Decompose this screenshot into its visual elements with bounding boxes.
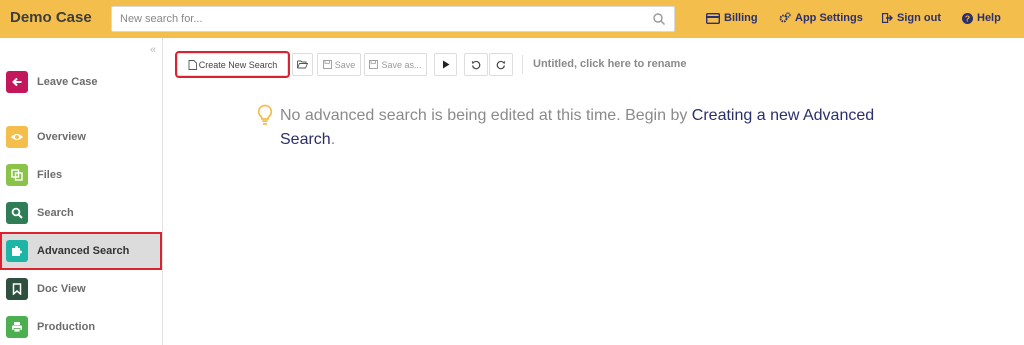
- credit-card-icon: [706, 12, 720, 24]
- save-label: Save: [334, 59, 356, 70]
- sidebar-item-label: Doc View: [37, 283, 86, 295]
- save-button[interactable]: Save: [317, 53, 361, 76]
- global-search: [111, 6, 675, 32]
- save-as-button[interactable]: Save as...: [364, 53, 427, 76]
- floppy-disk-icon: [369, 60, 379, 69]
- undo-button[interactable]: [464, 53, 488, 76]
- save-as-label: Save as...: [381, 59, 422, 70]
- sidebar-item-label: Search: [37, 207, 74, 219]
- lightbulb-icon: [257, 104, 273, 125]
- billing-label: Billing: [724, 12, 758, 24]
- open-search-button[interactable]: [292, 53, 313, 76]
- app-settings-label: App Settings: [795, 12, 863, 24]
- help-label: Help: [977, 12, 1001, 24]
- collapse-sidebar-icon[interactable]: «: [150, 44, 156, 56]
- sidebar-item-advanced-search[interactable]: Advanced Search: [0, 232, 162, 270]
- print-icon: [6, 316, 28, 338]
- folder-open-icon: [297, 60, 308, 69]
- app-settings-link[interactable]: App Settings: [779, 12, 863, 24]
- new-document-icon: [188, 59, 197, 70]
- sidebar-item-files[interactable]: Files: [2, 158, 160, 192]
- sidebar-item-production[interactable]: Production: [2, 310, 160, 344]
- sidebar-item-label: Leave Case: [37, 76, 98, 88]
- search-icon[interactable]: [652, 12, 666, 26]
- bookmark-icon: [6, 278, 28, 300]
- create-new-search-button[interactable]: Create New Search: [175, 51, 290, 78]
- sidebar: « Leave Case Overview Files Search Advan…: [0, 38, 163, 345]
- sidebar-item-label: Advanced Search: [37, 245, 130, 257]
- sign-out-link[interactable]: Sign out: [882, 12, 941, 24]
- empty-state-text-after: .: [330, 131, 336, 148]
- gears-icon: [779, 12, 791, 23]
- redo-button[interactable]: [489, 53, 513, 76]
- empty-state-text-before: No advanced search is being edited at th…: [280, 107, 692, 124]
- sign-out-label: Sign out: [897, 12, 941, 24]
- sign-out-icon: [882, 13, 893, 23]
- create-new-search-label: Create New Search: [198, 59, 278, 70]
- sidebar-item-overview[interactable]: Overview: [2, 120, 160, 154]
- floppy-disk-icon: [322, 60, 332, 69]
- eye-icon: [6, 126, 28, 148]
- search-input[interactable]: [120, 10, 640, 28]
- redo-icon: [496, 60, 506, 69]
- arrow-left-icon: [6, 71, 28, 93]
- sidebar-item-leave-case[interactable]: Leave Case: [2, 65, 160, 99]
- billing-link[interactable]: Billing: [706, 12, 758, 24]
- rename-search-link[interactable]: Untitled, click here to rename: [533, 58, 686, 70]
- run-search-button[interactable]: [434, 53, 457, 76]
- question-circle-icon: ?: [962, 12, 973, 24]
- sidebar-item-search[interactable]: Search: [2, 196, 160, 230]
- puzzle-icon: [6, 240, 28, 262]
- toolbar-divider: [522, 55, 523, 74]
- files-icon: [6, 164, 28, 186]
- play-icon: [442, 60, 449, 69]
- top-bar: Demo Case Billing App Settings Sign out: [0, 0, 1024, 38]
- svg-text:?: ?: [965, 13, 970, 23]
- sidebar-item-label: Files: [37, 169, 63, 181]
- app-brand[interactable]: Demo Case: [10, 9, 92, 26]
- sidebar-item-label: Production: [37, 321, 96, 333]
- empty-state-text: No advanced search is being edited at th…: [280, 104, 880, 152]
- search-icon: [6, 202, 28, 224]
- sidebar-item-label: Overview: [37, 131, 86, 143]
- undo-icon: [471, 60, 481, 69]
- sidebar-item-doc-view[interactable]: Doc View: [2, 272, 160, 306]
- help-link[interactable]: ? Help: [962, 12, 1001, 24]
